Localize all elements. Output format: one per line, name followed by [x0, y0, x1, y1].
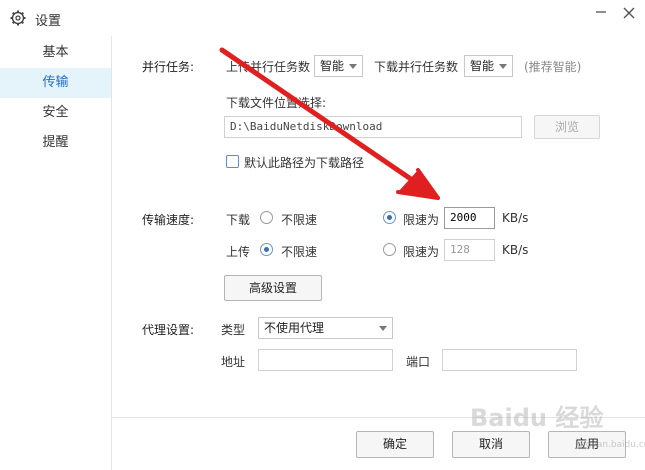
- download-limit-label: 限速为: [403, 213, 440, 227]
- upload-parallel-value: 智能: [320, 59, 345, 73]
- upload-limit-input[interactable]: 128: [444, 239, 495, 261]
- parallel-section-label: 并行任务:: [142, 60, 195, 74]
- minimize-icon[interactable]: [591, 4, 611, 20]
- download-location-label: 下载文件位置选择:: [226, 96, 327, 110]
- proxy-address-input[interactable]: [258, 349, 393, 371]
- upload-parallel-label: 上传并行任务数: [226, 60, 311, 74]
- download-path-input[interactable]: D:\BaiduNetdiskDownload: [224, 116, 522, 138]
- ok-button[interactable]: 确定: [356, 431, 434, 458]
- sidebar-item-reminder[interactable]: 提醒: [0, 128, 111, 158]
- watermark-sub: jingyan.baidu.com: [575, 440, 645, 450]
- sidebar-item-transfer[interactable]: 传输: [0, 68, 111, 98]
- cancel-button[interactable]: 取消: [452, 431, 530, 458]
- download-limit-input[interactable]: 2000: [444, 207, 495, 229]
- watermark-text: Baidu 经验: [470, 404, 604, 432]
- download-speed-label: 下载: [226, 213, 251, 227]
- download-limit-radio[interactable]: [383, 211, 396, 224]
- proxy-address-label: 地址: [221, 355, 246, 369]
- proxy-port-input[interactable]: [442, 349, 577, 371]
- proxy-type-label: 类型: [221, 323, 246, 337]
- download-parallel-value: 智能: [470, 59, 495, 73]
- upload-parallel-select[interactable]: 智能: [314, 55, 363, 77]
- chevron-down-icon: [499, 64, 507, 69]
- upload-limit-label: 限速为: [403, 245, 440, 259]
- proxy-type-value: 不使用代理: [264, 321, 325, 335]
- default-path-checkbox[interactable]: [226, 155, 239, 168]
- advanced-settings-button[interactable]: 高级设置: [224, 275, 322, 301]
- upload-limit-radio[interactable]: [383, 243, 396, 256]
- sidebar: 基本 传输 安全 提醒: [0, 36, 112, 470]
- download-unit: KB/s: [502, 211, 529, 225]
- upload-speed-label: 上传: [226, 245, 251, 259]
- default-path-label: 默认此路径为下载路径: [244, 156, 365, 170]
- browse-button[interactable]: 浏览: [534, 115, 600, 139]
- sidebar-item-security[interactable]: 安全: [0, 98, 111, 128]
- close-icon[interactable]: [620, 4, 638, 22]
- gear-icon: [10, 10, 26, 26]
- download-parallel-select[interactable]: 智能: [464, 55, 513, 77]
- chevron-down-icon: [349, 64, 357, 69]
- download-parallel-label: 下载并行任务数: [374, 60, 459, 74]
- chevron-down-icon: [379, 326, 387, 331]
- upload-unlimited-radio[interactable]: [260, 243, 273, 256]
- parallel-hint: (推荐智能): [524, 60, 582, 74]
- speed-section-label: 传输速度:: [142, 213, 195, 227]
- download-unlimited-label: 不限速: [281, 213, 318, 227]
- title-bar: 设置: [0, 0, 645, 36]
- window-title: 设置: [35, 14, 62, 29]
- upload-unlimited-label: 不限速: [281, 245, 318, 259]
- proxy-port-label: 端口: [406, 355, 431, 369]
- upload-unit: KB/s: [502, 243, 529, 257]
- download-unlimited-radio[interactable]: [260, 211, 273, 224]
- sidebar-item-basic[interactable]: 基本: [0, 38, 111, 68]
- proxy-type-select[interactable]: 不使用代理: [258, 317, 393, 339]
- proxy-section-label: 代理设置:: [142, 323, 195, 337]
